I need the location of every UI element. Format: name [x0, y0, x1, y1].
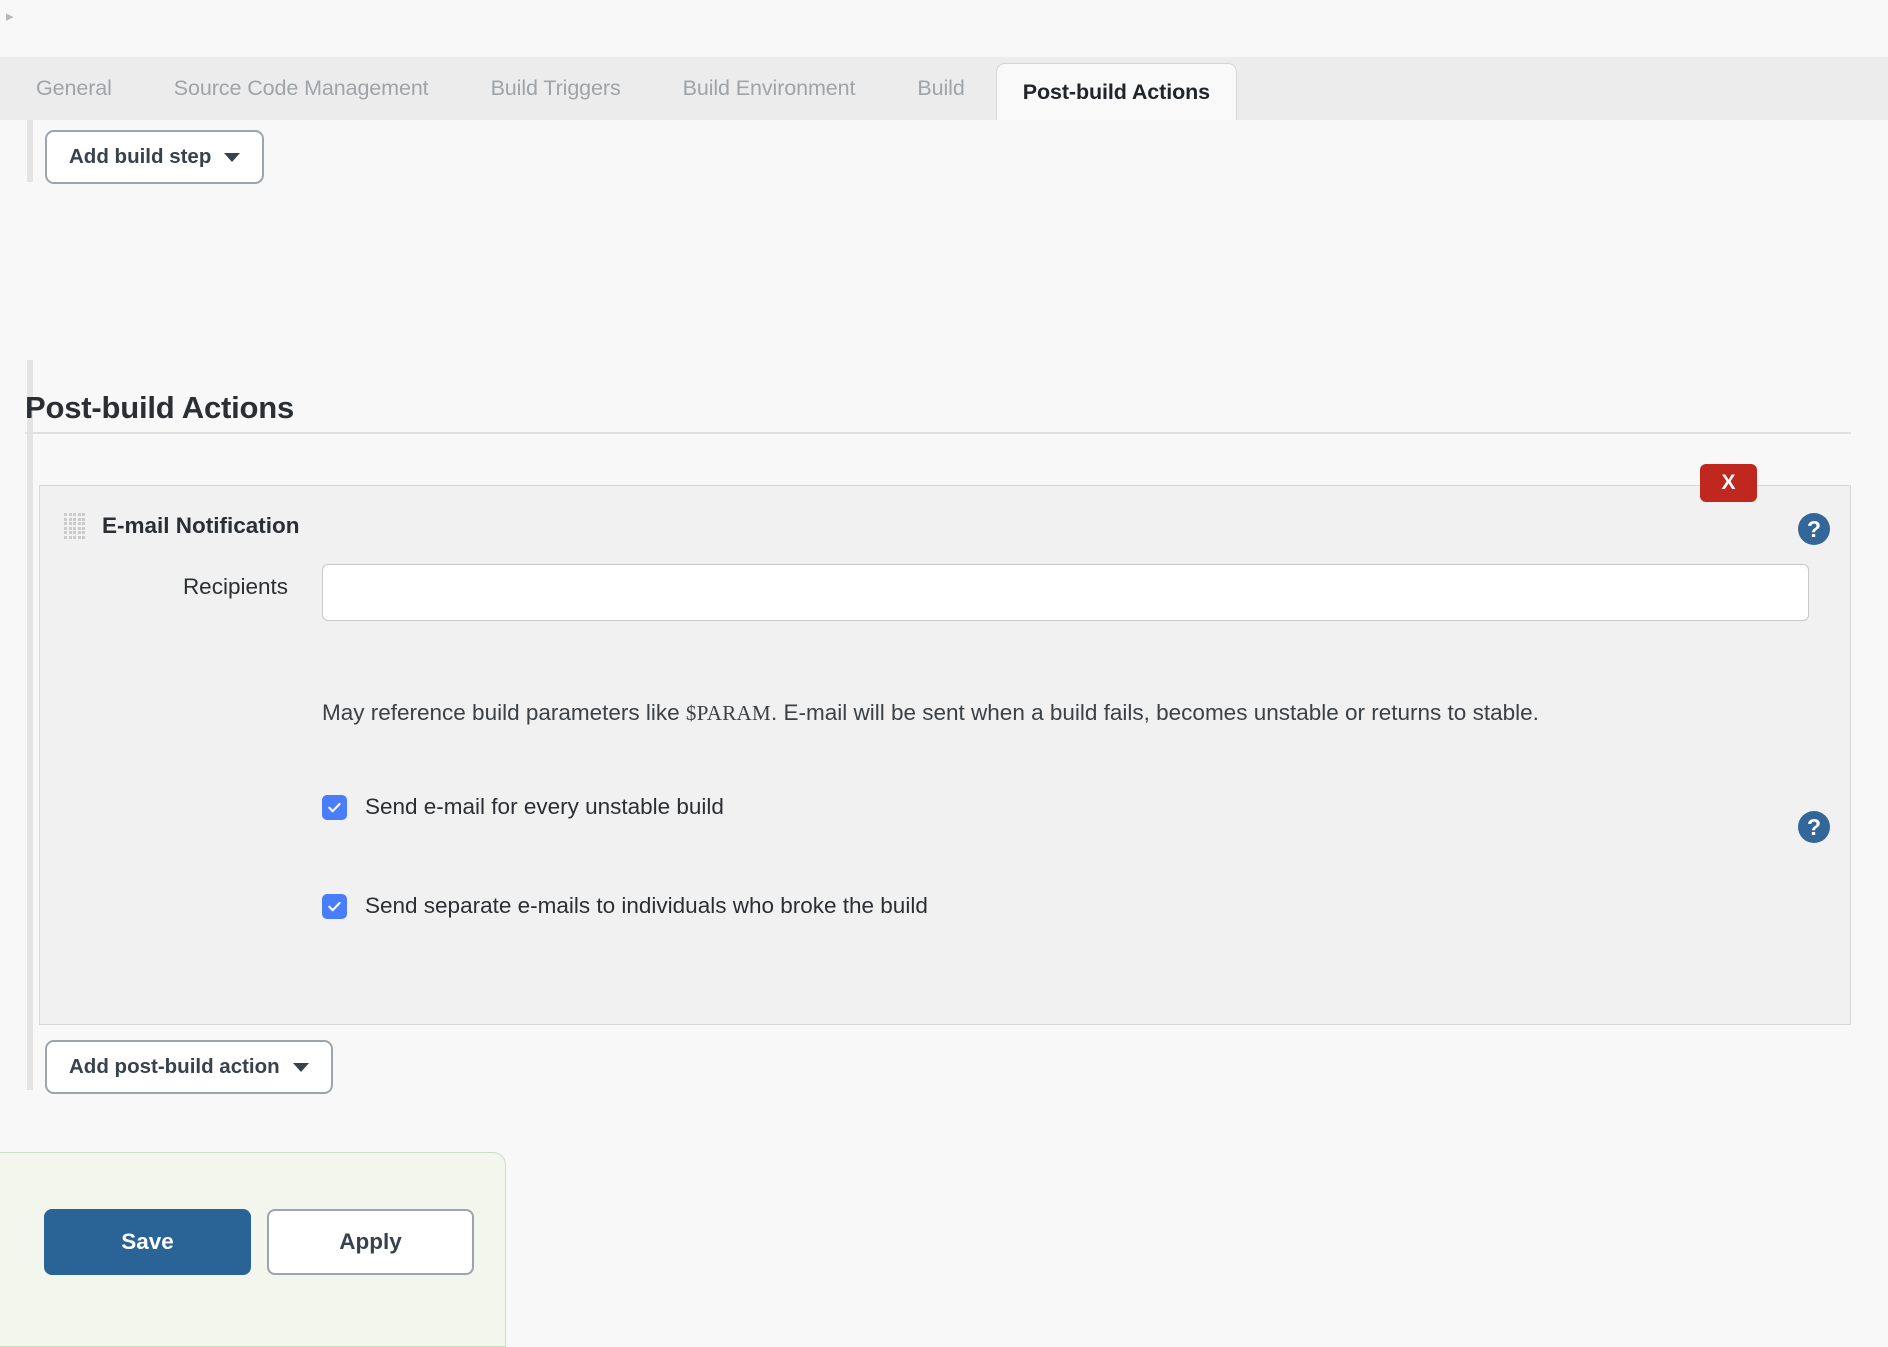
post-build-action-panel: E-mail Notification X ? Recipients May r…: [39, 464, 1851, 1025]
tab-general-label: General: [36, 76, 112, 100]
recipients-label: Recipients: [182, 574, 288, 599]
checkbox-unstable-build[interactable]: [322, 794, 347, 820]
description-param-code: $PARAM: [685, 700, 771, 725]
checkbox-separate-emails-label: Send separate e-mails to individuals who…: [365, 893, 928, 918]
add-post-build-action-button[interactable]: Add post-build action: [45, 1040, 333, 1094]
chevron-down-icon: [224, 152, 241, 162]
config-tab-list: General Source Code Management Build Tri…: [0, 57, 1238, 120]
checkbox-separate-emails[interactable]: [322, 893, 347, 919]
breadcrumb-caret-icon: ▸: [6, 8, 14, 25]
tab-source-code-management[interactable]: Source Code Management: [143, 57, 460, 120]
add-post-build-action-label: Add post-build action: [69, 1055, 280, 1078]
checkbox-unstable-build-label: Send e-mail for every unstable build: [365, 794, 724, 819]
panel-title: E-mail Notification: [102, 513, 300, 538]
section-rail-top: [27, 120, 33, 182]
description-text-before: May reference build parameters like: [322, 699, 686, 725]
tab-general[interactable]: General: [0, 57, 143, 120]
page-title: Post-build Actions: [25, 389, 295, 425]
save-button[interactable]: Save: [44, 1209, 251, 1275]
section-rail-bottom: [27, 360, 33, 1090]
config-tab-bar: General Source Code Management Build Tri…: [0, 57, 1888, 120]
help-icon-send-separate-emails[interactable]: ?: [1798, 811, 1830, 843]
tab-build-environment[interactable]: Build Environment: [652, 57, 887, 120]
section-divider: [25, 432, 1851, 434]
chevron-down-icon: [292, 1062, 309, 1072]
help-icon-email-notification[interactable]: ?: [1798, 513, 1830, 545]
checkbox-row-separate-emails[interactable]: Send separate e-mails to individuals who…: [322, 893, 928, 919]
breadcrumb-bar: ▸: [0, 0, 1888, 57]
panel-header: E-mail Notification X ?: [40, 464, 1850, 564]
tab-build-label: Build: [917, 76, 965, 100]
recipients-description: May reference build parameters like $PAR…: [322, 692, 1812, 734]
tab-build-triggers[interactable]: Build Triggers: [460, 57, 652, 120]
description-text-after: . E-mail will be sent when a build fails…: [770, 699, 1539, 725]
tab-source-code-management-label: Source Code Management: [173, 76, 429, 100]
tab-post-build-actions-label: Post-build Actions: [1022, 79, 1211, 104]
add-build-step-label: Add build step: [69, 145, 212, 168]
recipients-input[interactable]: [322, 564, 1809, 621]
checkbox-row-unstable-build[interactable]: Send e-mail for every unstable build: [322, 794, 724, 820]
apply-button[interactable]: Apply: [267, 1209, 474, 1275]
config-form-body: Add build step Post-build Actions E-mail…: [0, 120, 1888, 1347]
tab-build[interactable]: Build: [886, 57, 995, 120]
add-build-step-button[interactable]: Add build step: [45, 130, 265, 184]
tab-build-triggers-label: Build Triggers: [490, 76, 621, 100]
form-submit-bar: Save Apply: [0, 1152, 506, 1347]
tab-build-environment-label: Build Environment: [682, 76, 856, 100]
tab-post-build-actions[interactable]: Post-build Actions: [995, 63, 1238, 120]
drag-handle-icon[interactable]: [64, 513, 86, 539]
delete-post-build-action-button[interactable]: X: [1700, 464, 1757, 502]
